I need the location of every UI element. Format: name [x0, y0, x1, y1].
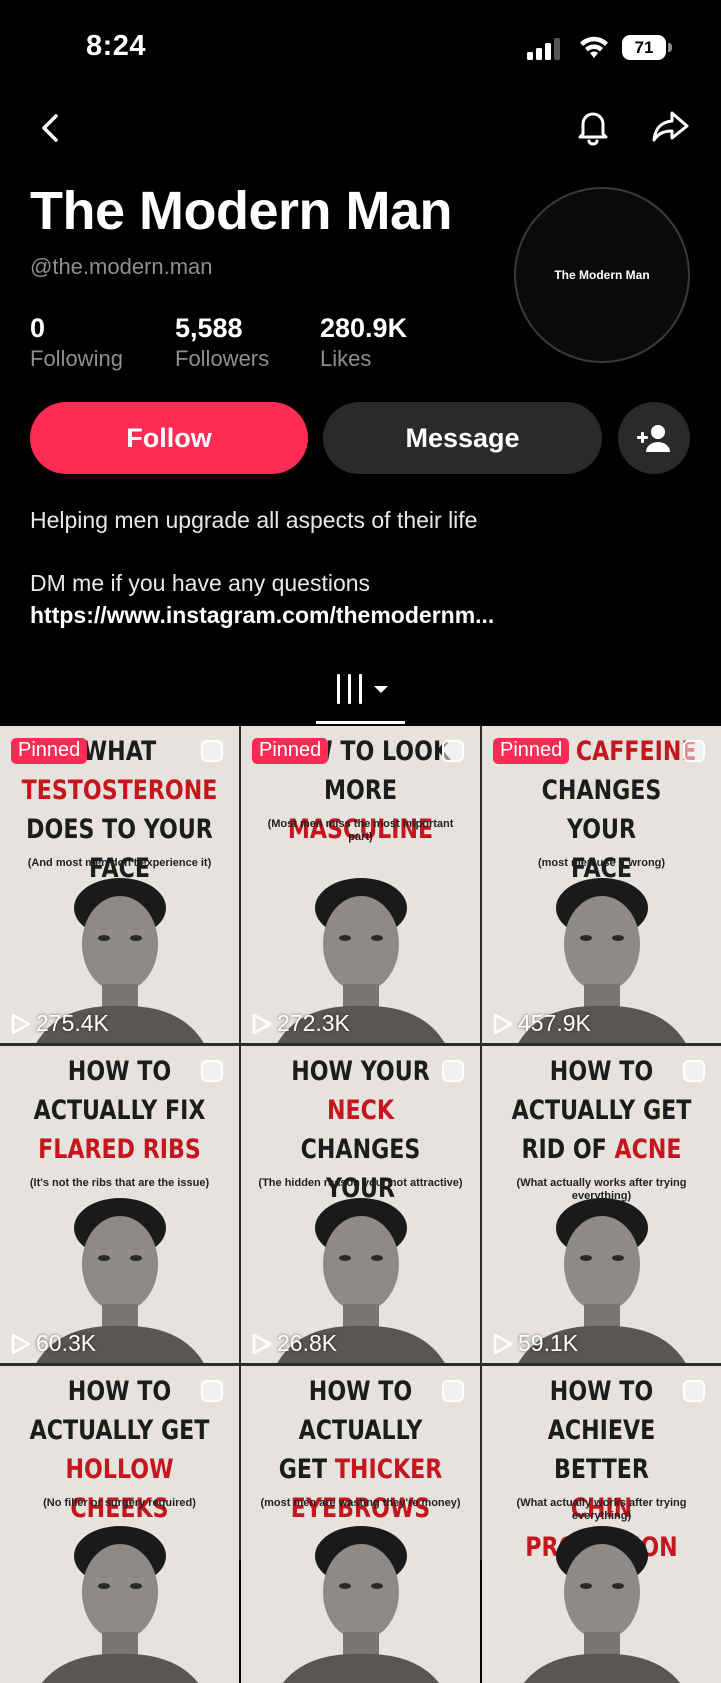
video-title: HOW TO ACTUALLY FIX FLARED RIBS [22, 1052, 218, 1169]
wifi-icon [580, 36, 608, 58]
battery-level: 71 [622, 35, 666, 60]
video-title-line: HOW TO ACTUALLY [298, 1376, 423, 1446]
portrait-image [41, 1526, 198, 1683]
video-tile[interactable]: HOW TO ACHIEVEBETTERCHIN PROJECTION(What… [482, 1366, 721, 1683]
select-checkbox-icon[interactable] [201, 1060, 223, 1082]
video-tile[interactable]: WHAT TESTOSTERONE DOES TO YOUR FACE (And mo… [0, 726, 239, 1043]
video-tile[interactable]: HOW TO LOOK MORE MASCULINE (Most men miss … [241, 726, 480, 1043]
message-button[interactable]: Message [323, 402, 602, 474]
view-count-text: 59.1K [518, 1330, 579, 1356]
video-title-line: RID OF ACNE [521, 1134, 682, 1165]
video-subtitle: (most men are wasting they're money) [260, 1497, 461, 1509]
add-user-icon [637, 425, 670, 452]
play-icon [252, 1333, 272, 1354]
video-subtitle: (No filler or surgery required) [43, 1497, 196, 1509]
play-icon [11, 1013, 31, 1034]
followers-count: 5,588 [175, 313, 243, 343]
video-tile[interactable]: HOW TO ACTUALLY GET RID OF ACNE (What actua… [482, 1046, 721, 1363]
video-title-line: GET THICKER [278, 1454, 443, 1485]
video-title: HOW TO ACTUALLY GET RID OF ACNE [504, 1052, 700, 1169]
video-tile[interactable]: HOW TO ACTUALLY GET HOLLOW CHEEKS (No fille… [0, 1366, 239, 1683]
status-time: 8:24 [86, 30, 147, 62]
video-tile[interactable]: HOW CAFFEINECHANGES YOURFACE(most men us… [482, 726, 721, 1043]
follow-button[interactable]: Follow [30, 402, 308, 474]
likes-label: Likes [320, 346, 372, 371]
following-label: Following [30, 346, 123, 371]
view-count-text: 275.4K [36, 1010, 109, 1036]
followers-label: Followers [175, 346, 270, 371]
select-checkbox-icon[interactable] [442, 1060, 464, 1082]
bell-icon[interactable] [573, 106, 613, 146]
video-title-line: FLARED RIBS [38, 1134, 201, 1165]
bio-line-1: Helping men upgrade all aspects of their… [30, 507, 478, 533]
profile-handle: @the.modern.man [30, 254, 213, 279]
view-count: 26.8K [251, 1330, 337, 1357]
back-icon[interactable] [30, 108, 70, 148]
select-checkbox-icon[interactable] [442, 1380, 464, 1402]
following-count: 0 [30, 313, 46, 343]
stat-following[interactable]: 0 Following [30, 313, 123, 372]
video-tile[interactable]: HOW YOUR NECKCHANGES YOURFACE(The hidden… [241, 1046, 480, 1363]
cellular-signal-icon [527, 38, 560, 60]
video-tile[interactable]: HOW TO ACTUALLY FIX FLARED RIBS (It's not t… [0, 1046, 239, 1363]
select-checkbox-icon[interactable] [201, 740, 223, 762]
video-title-line: ACTUALLY GET [511, 1095, 692, 1126]
battery-icon: 71 [622, 35, 672, 60]
play-icon [11, 1333, 31, 1354]
view-count-text: 272.3K [277, 1010, 350, 1036]
video-tile[interactable]: HOW TO ACTUALLY GET THICKER EYEBROWS (most … [241, 1366, 480, 1683]
view-count-text: 60.3K [36, 1330, 97, 1356]
view-count: 60.3K [10, 1330, 96, 1357]
bio: Helping men upgrade all aspects of their… [30, 504, 477, 599]
likes-count: 280.9K [320, 313, 408, 343]
select-checkbox-icon[interactable] [442, 740, 464, 762]
share-icon[interactable] [650, 106, 690, 146]
portrait-image [523, 1526, 680, 1683]
tab-indicator [316, 721, 405, 724]
stat-likes[interactable]: 280.9K Likes [320, 313, 407, 372]
video-title-line: HOW TO [67, 1376, 172, 1407]
bio-line-2: DM me if you have any questions [30, 570, 371, 596]
play-icon [493, 1013, 513, 1034]
view-count: 457.9K [492, 1010, 591, 1037]
video-title-line: HOW YOUR NECK [291, 1056, 430, 1126]
video-subtitle: (Most men miss the most important part) [267, 818, 454, 843]
view-count: 272.3K [251, 1010, 350, 1037]
view-count-text: 457.9K [518, 1010, 591, 1036]
add-friend-button[interactable] [618, 402, 690, 474]
avatar[interactable]: The Modern Man [514, 187, 690, 363]
video-title-line: HOW TO [67, 1056, 172, 1087]
avatar-text: The Modern Man [554, 268, 650, 282]
pinned-badge: Pinned [11, 738, 88, 764]
video-title-line: BETTER [554, 1454, 649, 1485]
play-icon [252, 1013, 272, 1034]
video-title-line: ACTUALLY FIX [33, 1095, 206, 1126]
pinned-badge: Pinned [252, 738, 329, 764]
select-checkbox-icon[interactable] [683, 740, 705, 762]
portrait-image [282, 1526, 439, 1683]
video-title-line: HOW TO [549, 1056, 654, 1087]
select-checkbox-icon[interactable] [683, 1060, 705, 1082]
play-icon [493, 1333, 513, 1354]
videos-tab-icon[interactable] [334, 672, 390, 706]
view-count: 59.1K [492, 1330, 578, 1357]
video-title-line: TESTOSTERONE [21, 775, 218, 806]
view-count-text: 26.8K [277, 1330, 338, 1356]
select-checkbox-icon[interactable] [201, 1380, 223, 1402]
video-title-line: ACTUALLY GET [29, 1415, 210, 1446]
video-title-line: HOW TO ACHIEVE [547, 1376, 656, 1446]
video-title-line: CHANGES YOUR [541, 775, 662, 845]
stat-followers[interactable]: 5,588 Followers [175, 313, 269, 372]
view-count: 275.4K [10, 1010, 109, 1037]
select-checkbox-icon[interactable] [683, 1380, 705, 1402]
pinned-badge: Pinned [493, 738, 570, 764]
profile-name: The Modern Man [30, 181, 453, 241]
video-grid: WHAT TESTOSTERONE DOES TO YOUR FACE (And mo… [0, 726, 721, 1683]
profile-link[interactable]: https://www.instagram.com/themodernm... [30, 602, 494, 629]
